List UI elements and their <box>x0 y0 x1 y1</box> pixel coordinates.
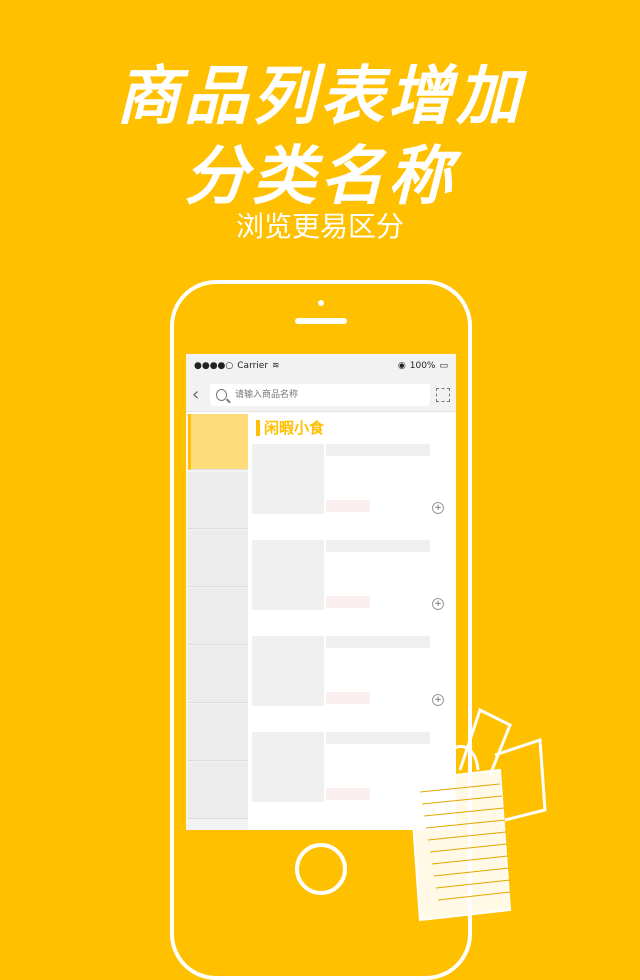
phone-earpiece <box>295 318 347 324</box>
product-item[interactable]: + <box>252 540 456 630</box>
product-item[interactable]: + <box>252 444 456 534</box>
lock-rotation-icon: ◉ <box>397 361 406 371</box>
product-image <box>252 732 324 802</box>
status-bar: ●●●●○ Carrier ≋ ◉ 100% ▭ <box>186 354 456 378</box>
product-image <box>252 636 324 706</box>
headline-subtitle: 浏览更易区分 <box>235 210 404 243</box>
category-sidebar <box>186 414 248 830</box>
category-title: 闲暇小食 <box>256 420 324 436</box>
shopping-bag-illustration <box>408 707 547 922</box>
category-item-active[interactable] <box>188 414 248 470</box>
category-item[interactable] <box>188 704 248 761</box>
category-item[interactable] <box>188 588 248 645</box>
phone-camera <box>318 300 324 306</box>
headline-line1: 商品列表增加 <box>116 59 524 134</box>
category-item[interactable] <box>188 646 248 703</box>
product-title-placeholder <box>326 636 430 648</box>
product-image <box>252 444 324 514</box>
wifi-icon: ≋ <box>272 361 280 371</box>
product-price-placeholder <box>326 692 370 704</box>
plus-icon[interactable]: + <box>432 502 444 514</box>
search-icon <box>216 388 227 401</box>
chevron-left-icon[interactable]: ‹ <box>192 384 204 405</box>
battery-icon: ▭ <box>439 361 448 371</box>
scan-icon[interactable] <box>436 387 450 402</box>
product-price-placeholder <box>326 788 370 800</box>
plus-icon[interactable]: + <box>432 598 444 610</box>
battery-percent: 100% <box>409 361 436 371</box>
search-header: ‹ <box>186 378 456 412</box>
signal-icon: ●●●●○ <box>194 361 234 371</box>
phone-home-button[interactable] <box>295 843 347 895</box>
search-input[interactable] <box>232 388 424 401</box>
carrier-label: Carrier <box>237 361 269 371</box>
product-price-placeholder <box>326 500 370 512</box>
product-price-placeholder <box>326 596 370 608</box>
product-title-placeholder <box>326 444 430 456</box>
search-box[interactable] <box>210 383 430 406</box>
headline-line2: 分类名称 <box>184 139 456 214</box>
category-item[interactable] <box>188 762 248 819</box>
category-item[interactable] <box>188 530 248 587</box>
product-title-placeholder <box>326 540 430 552</box>
category-item[interactable] <box>188 472 248 529</box>
product-image <box>252 540 324 610</box>
